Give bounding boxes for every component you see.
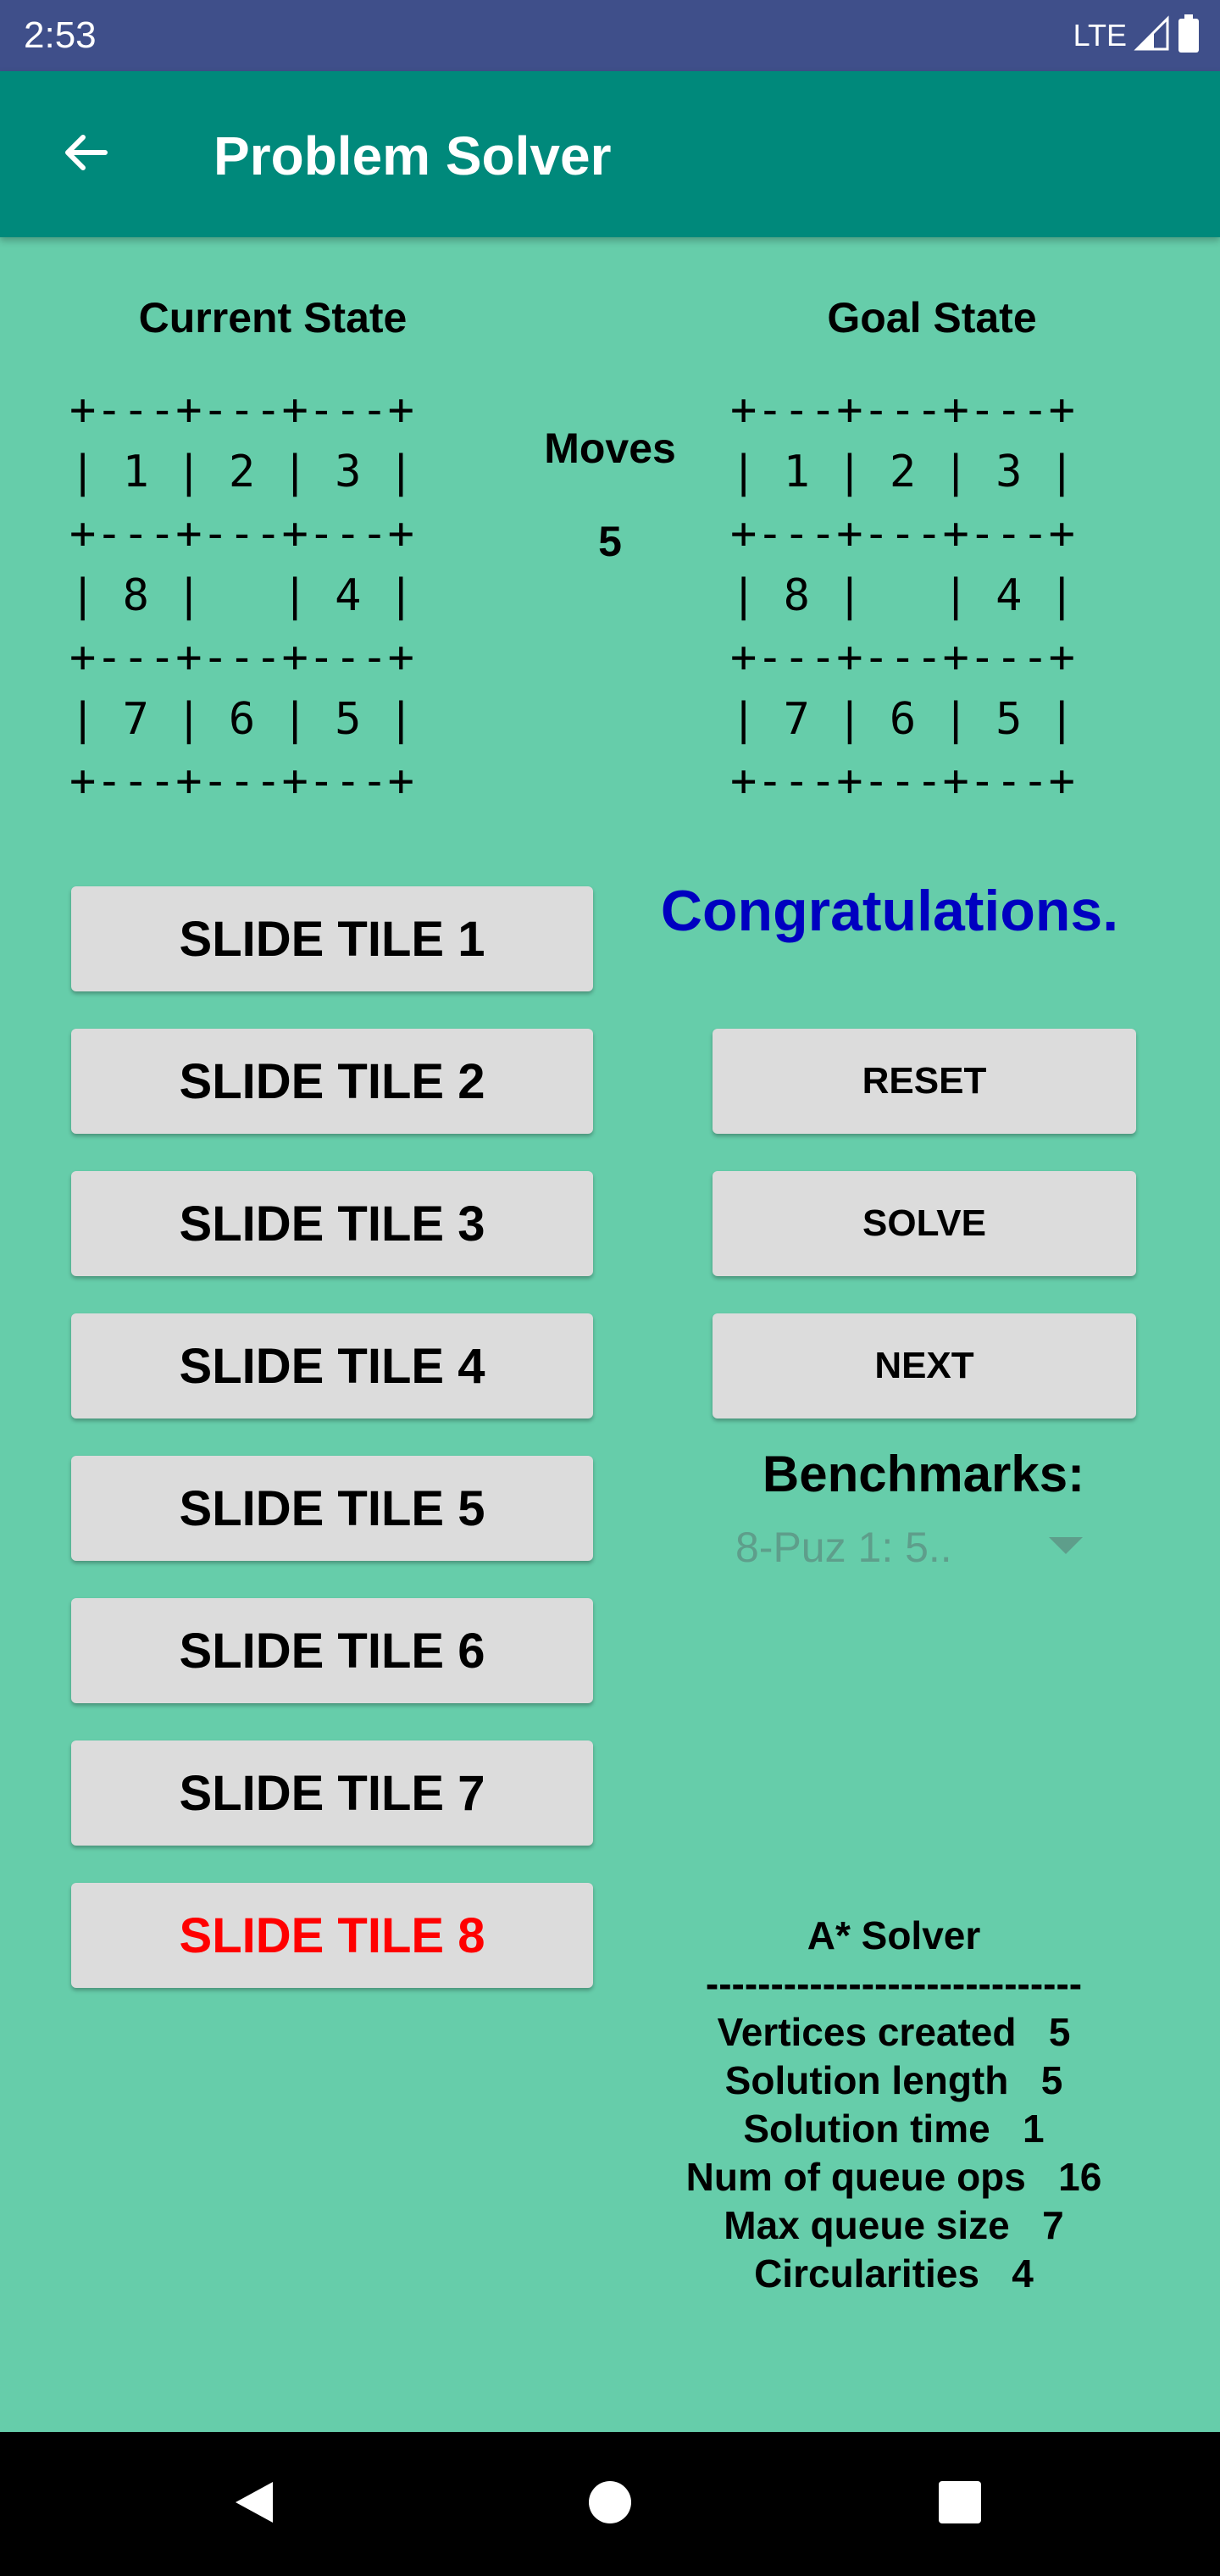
current-state-grid: +---+---+---+ | 1 | 2 | 3 | +---+---+---… [69, 385, 414, 807]
app-title: Problem Solver [214, 125, 612, 186]
moves-label: Moves [544, 425, 676, 472]
benchmarks-selected-value: 8-Puz 1: 5.. [735, 1524, 952, 1571]
network-type: LTE [1073, 18, 1127, 53]
goal-state-title: Goal State [827, 294, 1037, 341]
slide-tile-4-button[interactable]: SLIDE TILE 4 [71, 1313, 593, 1418]
status-bar: 2:53 LTE [0, 0, 1220, 71]
nav-home-button[interactable] [559, 2432, 661, 2576]
status-time: 2:53 [24, 14, 97, 56]
solver-separator: ----------------------------- [705, 1962, 1083, 2006]
benchmarks-dropdown[interactable]: 8-Puz 1: 5.. [735, 1517, 1091, 1578]
signal-icon [1134, 14, 1171, 57]
stat-vertices-created: Vertices created 5 [717, 2010, 1071, 2054]
triangle-back-icon [230, 2477, 278, 2532]
slide-tile-8-button[interactable]: SLIDE TILE 8 [71, 1883, 593, 1988]
slide-tile-6-button[interactable]: SLIDE TILE 6 [71, 1598, 593, 1703]
battery-icon [1178, 14, 1200, 58]
slide-tile-3-button[interactable]: SLIDE TILE 3 [71, 1171, 593, 1276]
status-message: Congratulations. [660, 879, 1119, 943]
next-button[interactable]: NEXT [713, 1313, 1136, 1418]
goal-state-grid: +---+---+---+ | 1 | 2 | 3 | +---+---+---… [730, 385, 1075, 807]
slide-tile-1-button[interactable]: SLIDE TILE 1 [71, 886, 593, 991]
nav-recents-button[interactable] [909, 2432, 1011, 2576]
solver-stats-panel: A* Solver ----------------------------- … [644, 1912, 1144, 2298]
dropdown-arrow-icon [1049, 1537, 1083, 1554]
arrow-back-icon [59, 127, 110, 182]
stat-max-queue-size: Max queue size 7 [724, 2203, 1064, 2247]
circle-home-icon [586, 2479, 634, 2530]
app-bar: Problem Solver [0, 71, 1220, 237]
back-button[interactable] [42, 112, 127, 197]
system-nav-bar [0, 2432, 1220, 2576]
slide-tile-7-button[interactable]: SLIDE TILE 7 [71, 1740, 593, 1846]
current-state-title: Current State [138, 294, 408, 341]
benchmarks-label: Benchmarks: [762, 1446, 1085, 1502]
slide-tile-2-button[interactable]: SLIDE TILE 2 [71, 1029, 593, 1134]
status-icons: LTE [1073, 12, 1200, 59]
stat-solution-length: Solution length 5 [724, 2058, 1063, 2102]
moves-value: 5 [598, 518, 622, 565]
nav-back-button[interactable] [203, 2432, 305, 2576]
solver-title: A* Solver [807, 1913, 981, 1957]
stat-circularities: Circularities 4 [754, 2251, 1034, 2296]
reset-button[interactable]: RESET [713, 1029, 1136, 1134]
square-recents-icon [936, 2479, 984, 2530]
stat-queue-ops: Num of queue ops 16 [685, 2155, 1102, 2199]
stat-solution-time: Solution time 1 [743, 2107, 1045, 2151]
solve-button[interactable]: SOLVE [713, 1171, 1136, 1276]
slide-tile-5-button[interactable]: SLIDE TILE 5 [71, 1456, 593, 1561]
